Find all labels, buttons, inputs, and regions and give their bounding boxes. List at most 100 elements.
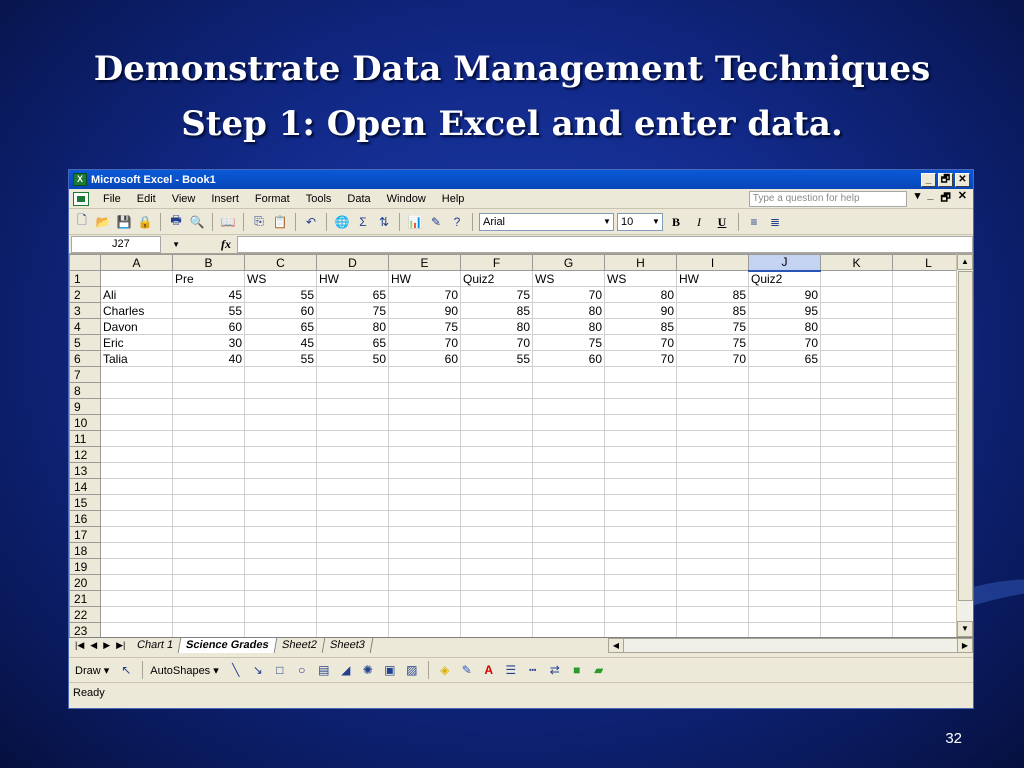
doc-close-button[interactable]: ✕ <box>958 189 967 208</box>
cell[interactable] <box>820 590 893 607</box>
fill-color-icon[interactable]: ◈ <box>436 661 454 679</box>
cell[interactable]: 60 <box>388 350 461 367</box>
cell[interactable] <box>892 382 965 399</box>
cell[interactable] <box>532 398 605 415</box>
prev-sheet-icon[interactable]: ◀ <box>90 640 97 651</box>
cell[interactable] <box>676 590 749 607</box>
column-header[interactable]: L <box>892 254 965 271</box>
cell[interactable]: 90 <box>748 286 821 303</box>
cell[interactable] <box>100 622 173 637</box>
cell[interactable] <box>244 382 317 399</box>
wordart-icon[interactable]: ◢ <box>337 661 355 679</box>
cell[interactable] <box>892 494 965 511</box>
column-header[interactable]: C <box>244 254 317 271</box>
cell[interactable] <box>244 478 317 495</box>
cell[interactable]: 65 <box>748 350 821 367</box>
menu-edit[interactable]: Edit <box>129 193 164 205</box>
cell[interactable] <box>748 510 821 527</box>
row-header[interactable]: 12 <box>69 446 101 463</box>
cell[interactable] <box>604 366 677 383</box>
cell[interactable] <box>748 606 821 623</box>
cell[interactable] <box>172 590 245 607</box>
cell[interactable] <box>676 606 749 623</box>
row-header[interactable]: 19 <box>69 558 101 575</box>
cell[interactable]: 45 <box>244 334 317 351</box>
cell[interactable]: Quiz2 <box>748 270 821 287</box>
cell[interactable] <box>460 526 533 543</box>
cell[interactable]: 80 <box>748 318 821 335</box>
vertical-scrollbar[interactable]: ▲ ▼ <box>956 254 973 637</box>
cell[interactable]: 80 <box>604 286 677 303</box>
cell[interactable] <box>172 382 245 399</box>
sheet-tab-sheet3[interactable]: Sheet3 <box>322 638 374 653</box>
cell[interactable] <box>460 446 533 463</box>
cell[interactable] <box>676 462 749 479</box>
cell[interactable] <box>316 446 389 463</box>
cell[interactable]: 75 <box>676 334 749 351</box>
cell[interactable] <box>244 542 317 559</box>
cell[interactable] <box>388 462 461 479</box>
row-header[interactable]: 1 <box>69 270 101 287</box>
cell[interactable] <box>388 622 461 637</box>
cell[interactable]: 70 <box>532 286 605 303</box>
scroll-right-button[interactable]: ▶ <box>957 639 972 652</box>
cell[interactable]: 85 <box>460 302 533 319</box>
column-header[interactable]: H <box>604 254 677 271</box>
cell[interactable] <box>748 462 821 479</box>
help-dropdown-icon[interactable]: ▾ <box>915 189 921 208</box>
cell[interactable] <box>748 414 821 431</box>
cell[interactable] <box>820 478 893 495</box>
cell[interactable] <box>100 494 173 511</box>
cell[interactable] <box>604 446 677 463</box>
cell[interactable] <box>604 430 677 447</box>
cell[interactable] <box>532 558 605 575</box>
cell[interactable]: 45 <box>172 286 245 303</box>
cell[interactable]: 85 <box>676 286 749 303</box>
cell[interactable] <box>604 606 677 623</box>
align-center-icon[interactable]: ≣ <box>766 213 784 231</box>
cell[interactable]: 85 <box>604 318 677 335</box>
cell[interactable] <box>820 622 893 637</box>
cell[interactable] <box>388 526 461 543</box>
cell[interactable] <box>316 462 389 479</box>
cell[interactable] <box>748 366 821 383</box>
menu-format[interactable]: Format <box>247 193 298 205</box>
cell[interactable] <box>172 398 245 415</box>
cell[interactable] <box>100 398 173 415</box>
cell[interactable] <box>604 510 677 527</box>
row-header[interactable]: 4 <box>69 318 101 335</box>
horizontal-scrollbar[interactable]: ◀ ▶ <box>608 638 973 653</box>
cell[interactable] <box>316 558 389 575</box>
draw-menu-button[interactable]: Draw ▾ <box>75 664 113 677</box>
print-preview-icon[interactable]: 🔍 <box>188 213 206 231</box>
cell[interactable]: 55 <box>244 286 317 303</box>
cell[interactable] <box>532 414 605 431</box>
menu-insert[interactable]: Insert <box>203 193 247 205</box>
row-header[interactable]: 15 <box>69 494 101 511</box>
cell[interactable] <box>100 510 173 527</box>
chevron-down-icon[interactable]: ▼ <box>172 240 180 249</box>
cell[interactable] <box>172 414 245 431</box>
cell[interactable] <box>676 366 749 383</box>
cell[interactable]: WS <box>244 270 317 287</box>
open-icon[interactable]: 📂 <box>94 213 112 231</box>
cell[interactable] <box>532 478 605 495</box>
cell[interactable] <box>676 574 749 591</box>
cell[interactable] <box>892 286 965 303</box>
hyperlink-icon[interactable]: 🌐 <box>333 213 351 231</box>
cell[interactable] <box>676 430 749 447</box>
cell[interactable] <box>244 590 317 607</box>
cell[interactable] <box>892 318 965 335</box>
cell[interactable] <box>172 606 245 623</box>
select-objects-icon[interactable]: ↖ <box>117 661 135 679</box>
cell[interactable] <box>460 430 533 447</box>
permission-icon[interactable]: 🔒 <box>136 213 154 231</box>
print-icon[interactable]: 🖶 <box>167 213 185 231</box>
close-button[interactable]: ✕ <box>955 172 970 187</box>
cell[interactable] <box>892 270 965 287</box>
cell[interactable] <box>316 414 389 431</box>
cell[interactable] <box>244 526 317 543</box>
cell[interactable] <box>100 414 173 431</box>
font-size-select[interactable]: 10 ▼ <box>617 212 663 231</box>
cell[interactable] <box>676 510 749 527</box>
